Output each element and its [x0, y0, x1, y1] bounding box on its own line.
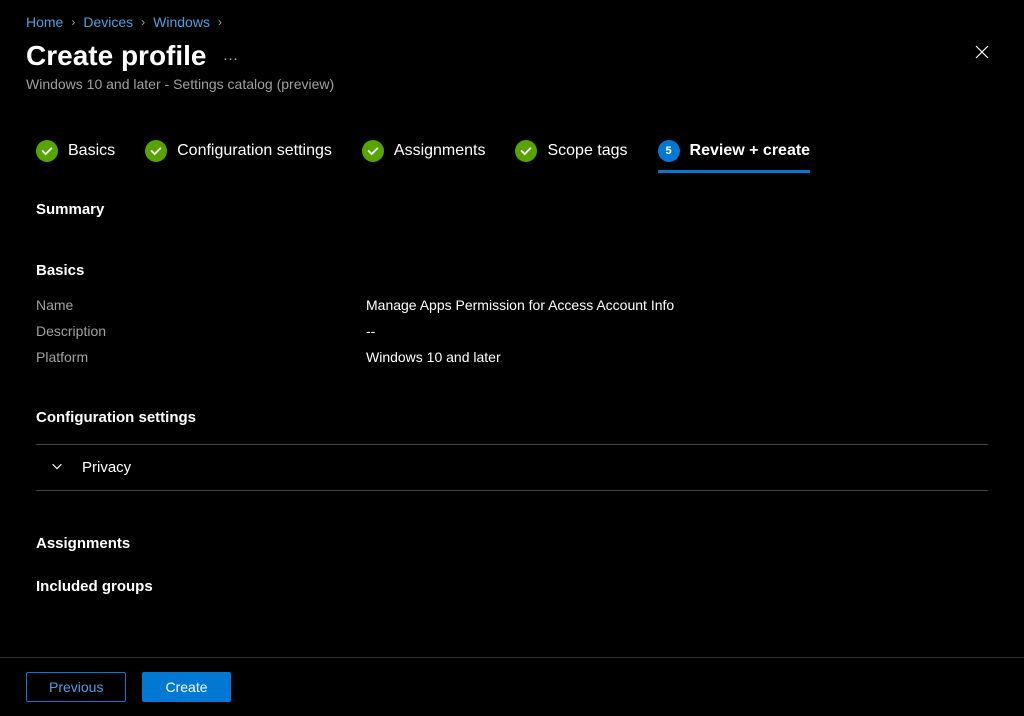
check-icon: [362, 140, 384, 162]
breadcrumb-home[interactable]: Home: [26, 14, 63, 30]
close-icon: [974, 44, 990, 60]
check-icon: [36, 140, 58, 162]
page-subtitle: Windows 10 and later - Settings catalog …: [26, 76, 334, 92]
platform-value: Windows 10 and later: [366, 349, 501, 365]
privacy-label: Privacy: [82, 459, 131, 476]
step-scope-tags[interactable]: Scope tags: [515, 140, 627, 173]
step-number-badge: 5: [658, 140, 680, 162]
name-label: Name: [36, 297, 366, 313]
page-title: Create profile: [26, 40, 207, 72]
more-actions-button[interactable]: …: [223, 47, 241, 65]
check-icon: [145, 140, 167, 162]
create-button[interactable]: Create: [142, 672, 230, 702]
breadcrumb-windows[interactable]: Windows: [153, 14, 210, 30]
page-header: Create profile … Windows 10 and later - …: [0, 32, 1024, 96]
step-label: Scope tags: [547, 142, 627, 160]
step-label: Assignments: [394, 142, 486, 160]
wizard-steps: Basics Configuration settings Assignment…: [0, 96, 1024, 183]
footer-actions: Previous Create: [0, 657, 1024, 716]
description-label: Description: [36, 323, 366, 339]
step-basics[interactable]: Basics: [36, 140, 115, 173]
step-assignments[interactable]: Assignments: [362, 140, 486, 173]
assignments-heading: Assignments: [36, 535, 988, 552]
check-icon: [515, 140, 537, 162]
breadcrumb-devices[interactable]: Devices: [83, 14, 133, 30]
basics-description-row: Description --: [36, 323, 988, 339]
name-value: Manage Apps Permission for Access Accoun…: [366, 297, 674, 313]
description-value: --: [366, 323, 375, 339]
basics-heading: Basics: [36, 262, 988, 279]
close-button[interactable]: [966, 40, 998, 69]
config-settings-heading: Configuration settings: [36, 409, 988, 426]
step-label: Configuration settings: [177, 142, 332, 160]
summary-heading: Summary: [36, 201, 988, 218]
step-label: Basics: [68, 142, 115, 160]
platform-label: Platform: [36, 349, 366, 365]
previous-button[interactable]: Previous: [26, 672, 126, 702]
step-configuration-settings[interactable]: Configuration settings: [145, 140, 332, 173]
step-review-create[interactable]: 5 Review + create: [658, 140, 811, 173]
chevron-right-icon: ›: [218, 15, 222, 29]
included-groups-heading: Included groups: [36, 578, 988, 595]
step-label: Review + create: [690, 142, 811, 160]
basics-platform-row: Platform Windows 10 and later: [36, 349, 988, 365]
breadcrumb: Home › Devices › Windows ›: [0, 0, 1024, 32]
basics-name-row: Name Manage Apps Permission for Access A…: [36, 297, 988, 313]
chevron-right-icon: ›: [141, 15, 145, 29]
summary-content: Summary Basics Name Manage Apps Permissi…: [0, 201, 1024, 595]
privacy-expander[interactable]: Privacy: [36, 444, 988, 491]
chevron-right-icon: ›: [71, 15, 75, 29]
chevron-down-icon: [50, 459, 64, 476]
